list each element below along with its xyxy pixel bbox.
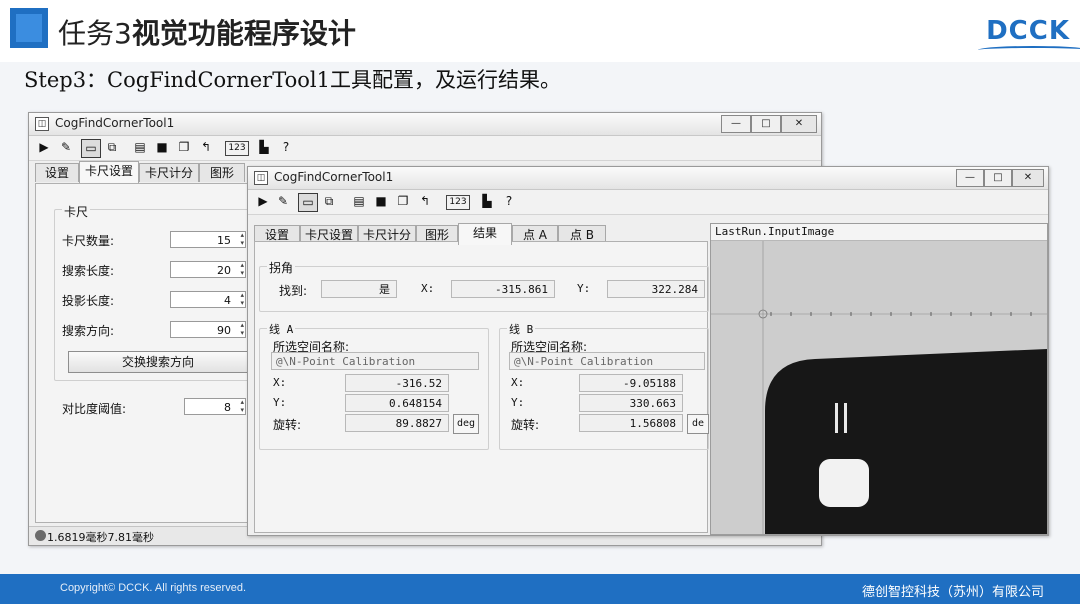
window-titlebar[interactable]: ◫ CogFindCornerTool1 — □ ✕ — [29, 113, 821, 136]
line-a-rotation-value: 89.8827 — [345, 414, 449, 432]
run-icon[interactable]: ▶ — [254, 193, 272, 210]
line-b-group-label: 线 B — [507, 321, 536, 337]
search-length-stepper[interactable]: 20 — [170, 261, 246, 278]
cascade-icon[interactable]: ❐ — [175, 139, 193, 156]
tab-caliper-scoring[interactable]: 卡尺计分 — [139, 163, 199, 182]
search-direction-label: 搜索方向: — [62, 324, 115, 338]
help-icon[interactable]: ? — [500, 193, 518, 210]
swap-search-direction-button[interactable]: 交换搜索方向 — [68, 351, 248, 373]
line-b-y-value: 330.663 — [579, 394, 683, 412]
image-display[interactable]: LastRun.InputImage — [710, 223, 1048, 535]
maximize-button[interactable]: □ — [751, 115, 781, 133]
line-a-x-value: -316.52 — [345, 374, 449, 392]
image-display-title: LastRun.InputImage — [711, 224, 1047, 241]
tool-window-icon: ◫ — [254, 171, 268, 185]
tool-toolbar: ▶ ✎ ▭ ⧉ ▤ ■ ❐ ↰ 123 ▙ ? — [29, 136, 821, 161]
inspection-image — [711, 241, 1047, 534]
open-icon[interactable]: ▤ — [350, 193, 368, 210]
contrast-threshold-stepper[interactable]: 8 — [184, 398, 246, 415]
slide-title: 任务3视觉功能程序设计 — [58, 12, 356, 52]
tab-results[interactable]: 结果 — [458, 223, 512, 245]
line-b-unit-button[interactable]: de — [687, 414, 709, 434]
line-a-space-field[interactable]: @\N-Point Calibration — [271, 352, 479, 370]
minimize-button[interactable]: — — [956, 169, 984, 187]
line-a-x-label: X: — [273, 376, 287, 389]
chart-icon[interactable]: ▙ — [255, 139, 273, 156]
window-title: CogFindCornerTool1 — [55, 116, 175, 130]
results-panel: 拐角 找到: 是 X: -315.861 Y: 322.284 线 A 所选空间… — [254, 241, 709, 533]
projection-length-label: 投影长度: — [62, 294, 115, 308]
line-a-rotation-label: 旋转: — [273, 418, 302, 432]
close-button[interactable]: ✕ — [781, 115, 817, 133]
reset-icon[interactable]: ↰ — [197, 139, 215, 156]
caliper-count-label: 卡尺数量: — [62, 234, 115, 248]
edit-icon[interactable]: ✎ — [57, 139, 75, 156]
window-titlebar[interactable]: ◫ CogFindCornerTool1 — □ ✕ — [248, 167, 1048, 190]
display-icon[interactable]: ▭ — [298, 193, 318, 212]
chart-icon[interactable]: ▙ — [478, 193, 496, 210]
contrast-threshold-label: 对比度阈值: — [62, 402, 127, 416]
open-icon[interactable]: ▤ — [131, 139, 149, 156]
caliper-count-stepper[interactable]: 15 — [170, 231, 246, 248]
line-b-x-label: X: — [511, 376, 525, 389]
numeric-icon[interactable]: 123 — [225, 141, 249, 156]
status-icon — [35, 530, 46, 541]
corner-y-value: 322.284 — [607, 280, 705, 298]
found-label: 找到: — [279, 284, 308, 298]
help-icon[interactable]: ? — [277, 139, 295, 156]
tab-graphics[interactable]: 图形 — [199, 163, 245, 182]
copy-icon[interactable]: ⧉ — [103, 139, 121, 156]
status-timing: 1.6819毫秒7.81毫秒 — [47, 531, 154, 544]
footer-company: 德创智控科技（苏州）有限公司 — [861, 585, 1044, 600]
line-b-space-field[interactable]: @\N-Point Calibration — [509, 352, 705, 370]
tool-toolbar: ▶ ✎ ▭ ⧉ ▤ ■ ❐ ↰ 123 ▙ ? — [248, 190, 1048, 215]
save-icon[interactable]: ■ — [372, 193, 390, 210]
tool-window-results: ◫ CogFindCornerTool1 — □ ✕ ▶ ✎ ▭ ⧉ ▤ ■ ❐… — [247, 166, 1049, 536]
minimize-button[interactable]: — — [721, 115, 751, 133]
copy-icon[interactable]: ⧉ — [320, 193, 338, 210]
save-icon[interactable]: ■ — [153, 139, 171, 156]
square-hole — [819, 459, 869, 507]
found-value: 是 — [321, 280, 397, 298]
tab-settings[interactable]: 设置 — [35, 163, 79, 182]
slot-right — [844, 403, 847, 433]
tab-caliper-settings[interactable]: 卡尺设置 — [79, 161, 139, 183]
window-title: CogFindCornerTool1 — [274, 170, 394, 184]
corner-x-label: X: — [421, 282, 435, 295]
search-length-label: 搜索长度: — [62, 264, 115, 278]
projection-length-stepper[interactable]: 4 — [170, 291, 246, 308]
title-accent-square — [10, 8, 48, 48]
line-a-y-label: Y: — [273, 396, 287, 409]
line-b-x-value: -9.05188 — [579, 374, 683, 392]
tool-window-icon: ◫ — [35, 117, 49, 131]
step-description: Step3：CogFindCornerTool1工具配置，及运行结果。 — [24, 68, 561, 92]
line-a-group-label: 线 A — [267, 321, 296, 337]
slide-header: 任务3视觉功能程序设计 DCCK — [0, 0, 1080, 62]
line-b-y-label: Y: — [511, 396, 525, 409]
line-b-rotation-value: 1.56808 — [579, 414, 683, 432]
search-direction-stepper[interactable]: 90 — [170, 321, 246, 338]
caliper-group-label: 卡尺 — [62, 203, 91, 220]
corner-y-label: Y: — [577, 282, 591, 295]
cascade-icon[interactable]: ❐ — [394, 193, 412, 210]
dcck-logo: DCCK — [978, 16, 1080, 48]
line-a-unit-button[interactable]: deg — [453, 414, 479, 434]
run-icon[interactable]: ▶ — [35, 139, 53, 156]
display-icon[interactable]: ▭ — [81, 139, 101, 158]
slot-left — [835, 403, 838, 433]
slide-title-prefix: 任务3 — [58, 17, 132, 50]
footer-copyright: Copyright© DCCK. All rights reserved. — [60, 582, 247, 594]
line-a-y-value: 0.648154 — [345, 394, 449, 412]
close-button[interactable]: ✕ — [1012, 169, 1044, 187]
line-b-rotation-label: 旋转: — [511, 418, 540, 432]
maximize-button[interactable]: □ — [984, 169, 1012, 187]
numeric-icon[interactable]: 123 — [446, 195, 470, 210]
slide-title-main: 视觉功能程序设计 — [131, 17, 356, 50]
corner-x-value: -315.861 — [451, 280, 555, 298]
slide-footer: Copyright© DCCK. All rights reserved. 德创… — [0, 574, 1080, 604]
reset-icon[interactable]: ↰ — [416, 193, 434, 210]
caliper-settings-panel: 卡尺 卡尺数量: 15 搜索长度: 20 投影长度: 4 搜索方向: 90 交换… — [35, 183, 254, 523]
corner-group-label: 拐角 — [267, 259, 296, 276]
edit-icon[interactable]: ✎ — [274, 193, 292, 210]
